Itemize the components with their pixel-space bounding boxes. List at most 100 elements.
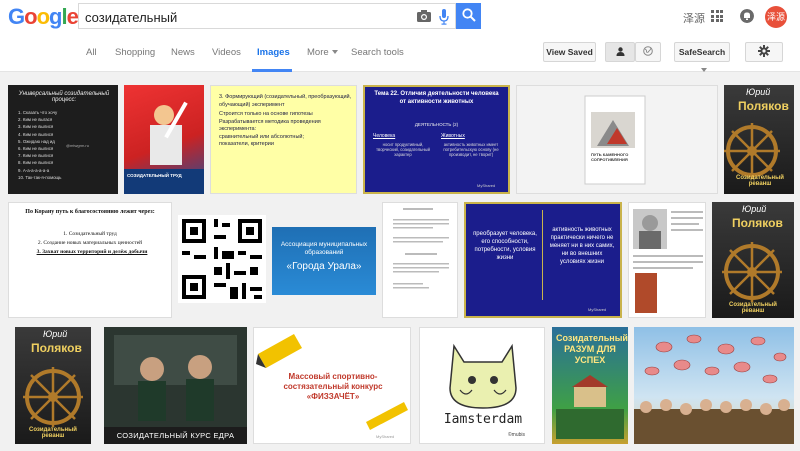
image-result-slide-transform[interactable]: преобразует человека, его способности, п… [464,202,622,318]
tab-images[interactable]: Images [257,47,290,58]
global-results-toggle[interactable] [635,42,661,62]
microphone-icon[interactable] [439,9,449,25]
cat-credit: ©mubis [508,432,526,438]
slide-line: сравнительный или абсолютный; [219,133,305,140]
slide-activity-sub: ДЕЯТЕЛЬНОСТЬ (2) [414,122,459,127]
image-result-slide-activity[interactable]: Тема 22. Отличия деятельности человека о… [363,85,510,194]
image-result-polyakov-cover[interactable]: Юрий Поляков Созидательный реванш [724,85,794,194]
tab-more[interactable]: More [307,47,338,58]
slide-col1-text: носит продуктивный, творческий, созидате… [376,142,430,157]
image-result-article-portrait[interactable] [628,202,706,318]
chalkboard-line: 7. Ким не вылися [18,153,54,159]
qr-code-graphic [178,215,266,303]
cover-author: Юрий [746,87,771,97]
image-result-razum-book[interactable]: Созидательный РАЗУМ ДЛЯ УСПЕХ [552,327,628,444]
chalkboard-line: 1. Сказать что хочу [18,110,58,115]
poster-caption: СОЗИДАТЕЛЬНЫЙ ТРУД [127,173,182,178]
cover-subtitle: Созидательный реванш [736,175,784,187]
photo-graphic [104,327,247,427]
chevron-down-icon [331,50,338,54]
slide-line: показатели, критерии [219,141,274,147]
google-logo[interactable]: Google [8,4,79,30]
image-result-contest[interactable]: Массовый спортивно-состязательный конкур… [253,327,411,444]
slide-activity-title: Тема 22. Отличия деятельности человека о… [374,91,499,105]
doc-line: 3. Захват новых территорий и делёж добыч… [36,249,148,255]
search-input[interactable] [85,8,405,26]
tab-news[interactable]: News [171,47,195,58]
slide-line: Разрабатывается методика проведения эксп… [219,118,321,133]
image-result-koran-doc[interactable]: По Корану путь к благосостоянию лежит че… [8,202,172,318]
image-result-book[interactable]: ПУТЬ КАМЕННОГО СОПРОТИВЛЕНИЯ [516,85,718,194]
brand-watermark: MyShared [376,434,395,439]
book-title: ПУТЬ КАМЕННОГО СОПРОТИВЛЕНИЯ [591,152,629,162]
cover-author: Юрий [43,329,68,339]
chalkboard-line: 4. Ким не вылися [18,131,54,137]
cover-name: Поляков [732,216,783,230]
search-icon [461,7,476,22]
safesearch-label: SafeSearch [678,47,726,57]
slide-line: Строится только на основе гипотезы [219,111,313,117]
doc-line: 2. Создание новых материальных ценностей [37,240,143,246]
cover-author: Юрий [742,204,767,214]
image-result-document-scan[interactable] [382,202,458,318]
image-result-qr-code[interactable] [178,215,266,303]
top-bar: Google 泽源 泽源 [0,0,800,36]
contest-title: Массовый спортивно-состязательный конкур… [283,372,383,401]
chalkboard-line: 2. Ким не выгася [18,117,53,123]
chalkboard-title: Универсальный созидательный процесс: [18,91,110,103]
image-result-polyakov-cover-3[interactable]: Юрий Поляков Созидательный реванш [15,327,91,444]
image-result-chalkboard[interactable]: Универсальный созидательный процесс: 1. … [8,85,118,194]
search-box [78,3,456,29]
account-name[interactable]: 泽源 [683,10,705,26]
book-cover-graphic [584,95,646,185]
active-tab-indicator [252,69,292,72]
image-result-polyakov-cover-2[interactable]: Юрий Поляков Созидательный реванш [712,202,794,318]
cover-name: Поляков [31,341,82,355]
image-result-ural-cities[interactable]: Ассоциация муниципальных образований «Го… [272,227,376,295]
doc-line: 1. Созидательный труд [63,231,117,237]
tab-more-label: More [307,47,329,58]
document-lines-graphic [393,208,449,289]
apps-grid-icon[interactable] [711,10,723,22]
safesearch-dropdown[interactable]: SafeSearch [674,42,730,72]
brand-watermark: MyShared [588,307,607,312]
avatar[interactable]: 泽源 [765,6,787,28]
assoc-title: «Города Урала» [286,261,362,272]
image-result-iamsterdam-cat[interactable]: Iamsterdam ©mubis [419,327,545,444]
camera-icon[interactable] [417,10,431,22]
razum-title: Созидательный РАЗУМ ДЛЯ УСПЕХ [556,333,628,365]
search-tabs-bar: All Shopping News Videos Images More Sea… [0,36,800,72]
settings-button[interactable] [745,42,783,62]
chalkboard-handle: @mtwgrm.ru [66,143,89,148]
slide-col2-head: Животных [441,133,465,139]
tab-videos[interactable]: Videos [212,47,241,58]
chevron-down-icon [700,68,707,72]
globe-icon [643,46,653,56]
article-graphic [633,209,703,313]
tab-shopping[interactable]: Shopping [115,47,155,58]
notifications-bell-icon[interactable] [740,9,754,23]
chalkboard-line: 3. Ким не вылися [18,124,54,130]
cover-subtitle: Созидательный реванш [729,302,777,314]
chalkboard-line: 9. А-а-а-а-а-а-а [18,167,50,173]
assoc-line-1: Ассоциация муниципальных [280,241,368,248]
chalkboard-line: 10. Так-так-я-помощь [18,174,62,180]
view-saved-button[interactable]: View Saved [543,42,596,62]
image-result-slide-experiment[interactable]: 3. Формирующий (созидательный, преобразу… [210,85,357,194]
image-result-soviet-poster[interactable]: СОЗИДАТЕЛЬНЫЙ ТРУД [124,85,204,194]
assoc-line-2: образований [304,249,344,256]
slide-experiment-text: 3. Формирующий (созидательный, преобразу… [219,94,353,149]
image-result-edra-photo[interactable]: СОЗИДАТЕЛЬНЫЙ КУРС ЕДРА [104,327,247,444]
slide-left-text: преобразует человека, его способности, п… [473,231,537,261]
brand-watermark: MyShared [477,183,496,188]
tab-all[interactable]: All [86,47,97,58]
personal-results-toggle[interactable] [605,42,635,62]
image-result-crowd-illustration[interactable] [634,327,794,444]
crowd-illustration-graphic [634,334,794,444]
search-button[interactable] [456,3,481,29]
gear-icon [758,45,770,57]
slide-line: 3. Формирующий (созидательный, преобразу… [219,94,352,108]
doc-heading: По Корану путь к благосостоянию лежит че… [25,209,155,215]
person-icon [616,47,624,56]
tab-search-tools[interactable]: Search tools [351,47,404,58]
